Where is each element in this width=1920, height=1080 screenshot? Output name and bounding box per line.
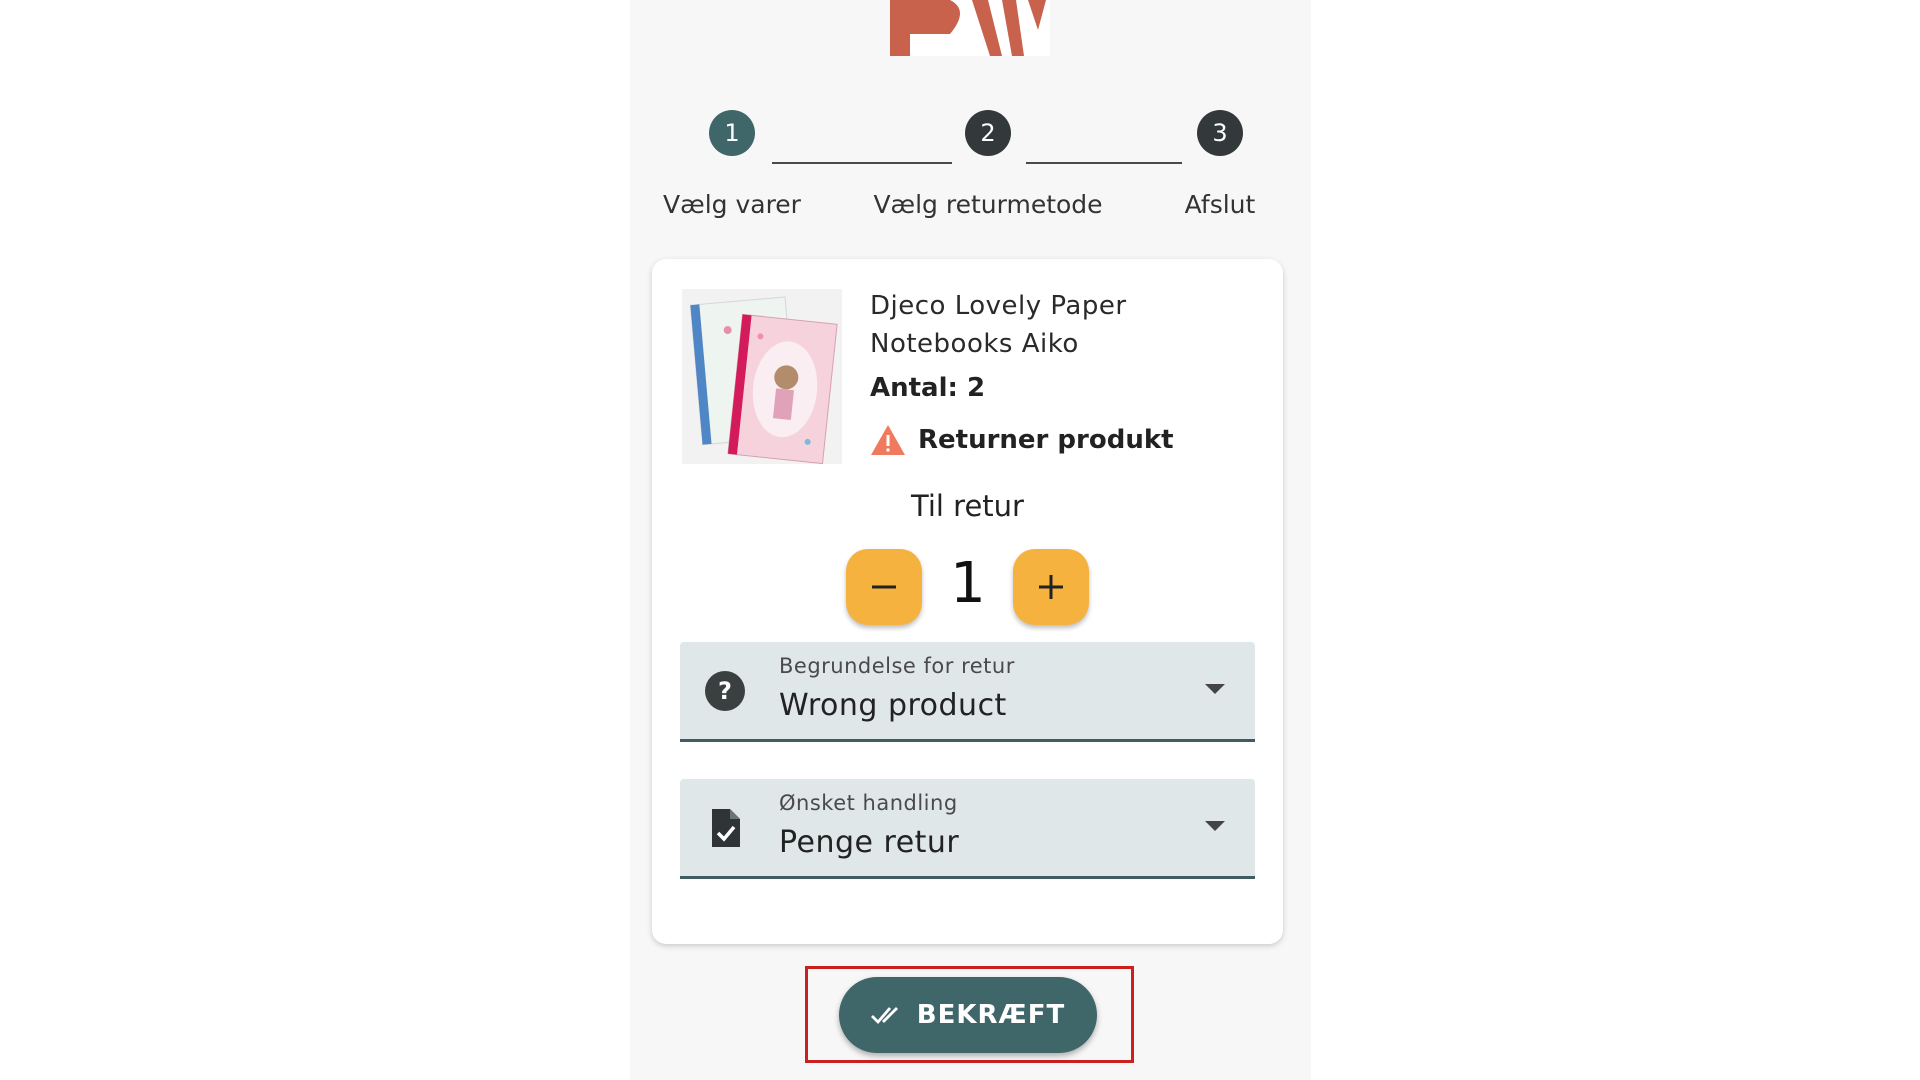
brand-logo xyxy=(890,0,1050,56)
return-reason-select[interactable]: ? Begrundelse for retur Wrong product xyxy=(680,642,1255,742)
product-name: Djeco Lovely Paper Notebooks Aiko xyxy=(870,291,1127,359)
minus-icon xyxy=(872,585,896,589)
desired-action-label: Ønsket handling xyxy=(779,791,958,815)
step-1-number: 1 xyxy=(724,119,740,147)
chevron-down-icon xyxy=(1205,684,1225,694)
step-1-label: Vælg varer xyxy=(663,190,801,219)
step-2-label: Vælg returmetode xyxy=(873,190,1103,219)
step-connector xyxy=(772,162,952,164)
step-3-label: Afslut xyxy=(1184,190,1256,219)
step-2-indicator: 2 xyxy=(965,110,1011,156)
return-reason-value: Wrong product xyxy=(779,688,1007,723)
return-quantity-value: 1 xyxy=(950,551,986,616)
increment-button[interactable] xyxy=(1013,549,1089,625)
warning-icon xyxy=(871,425,905,455)
return-product-notice: Returner produkt xyxy=(870,424,1174,456)
plus-icon xyxy=(1039,575,1063,599)
ordered-quantity: Antal: 2 xyxy=(870,373,986,403)
confirm-button-label: BEKRÆFT xyxy=(916,1000,1066,1030)
return-reason-label: Begrundelse for retur xyxy=(779,654,1015,678)
step-3-indicator: 3 xyxy=(1197,110,1243,156)
product-image xyxy=(682,289,842,464)
step-1-indicator: 1 xyxy=(709,110,755,156)
chevron-down-icon xyxy=(1205,821,1225,831)
step-3-number: 3 xyxy=(1212,119,1228,147)
document-check-icon xyxy=(712,809,740,847)
desired-action-select[interactable]: Ønsket handling Penge retur xyxy=(680,779,1255,879)
return-quantity-heading: Til retur xyxy=(911,489,1024,523)
help-circle-icon: ? xyxy=(705,671,745,711)
return-product-label: Returner produkt xyxy=(918,425,1174,455)
step-connector xyxy=(1026,162,1182,164)
return-item-card: Djeco Lovely Paper Notebooks Aiko Antal:… xyxy=(652,259,1283,944)
progress-stepper: 1 2 3 Vælg varer Vælg returmetode Afslut xyxy=(630,105,1311,230)
step-2-number: 2 xyxy=(980,119,996,147)
double-check-icon xyxy=(870,1007,898,1025)
svg-text:?: ? xyxy=(718,677,732,705)
desired-action-value: Penge retur xyxy=(779,825,960,860)
decrement-button[interactable] xyxy=(846,549,922,625)
confirm-button[interactable]: BEKRÆFT xyxy=(839,977,1097,1053)
